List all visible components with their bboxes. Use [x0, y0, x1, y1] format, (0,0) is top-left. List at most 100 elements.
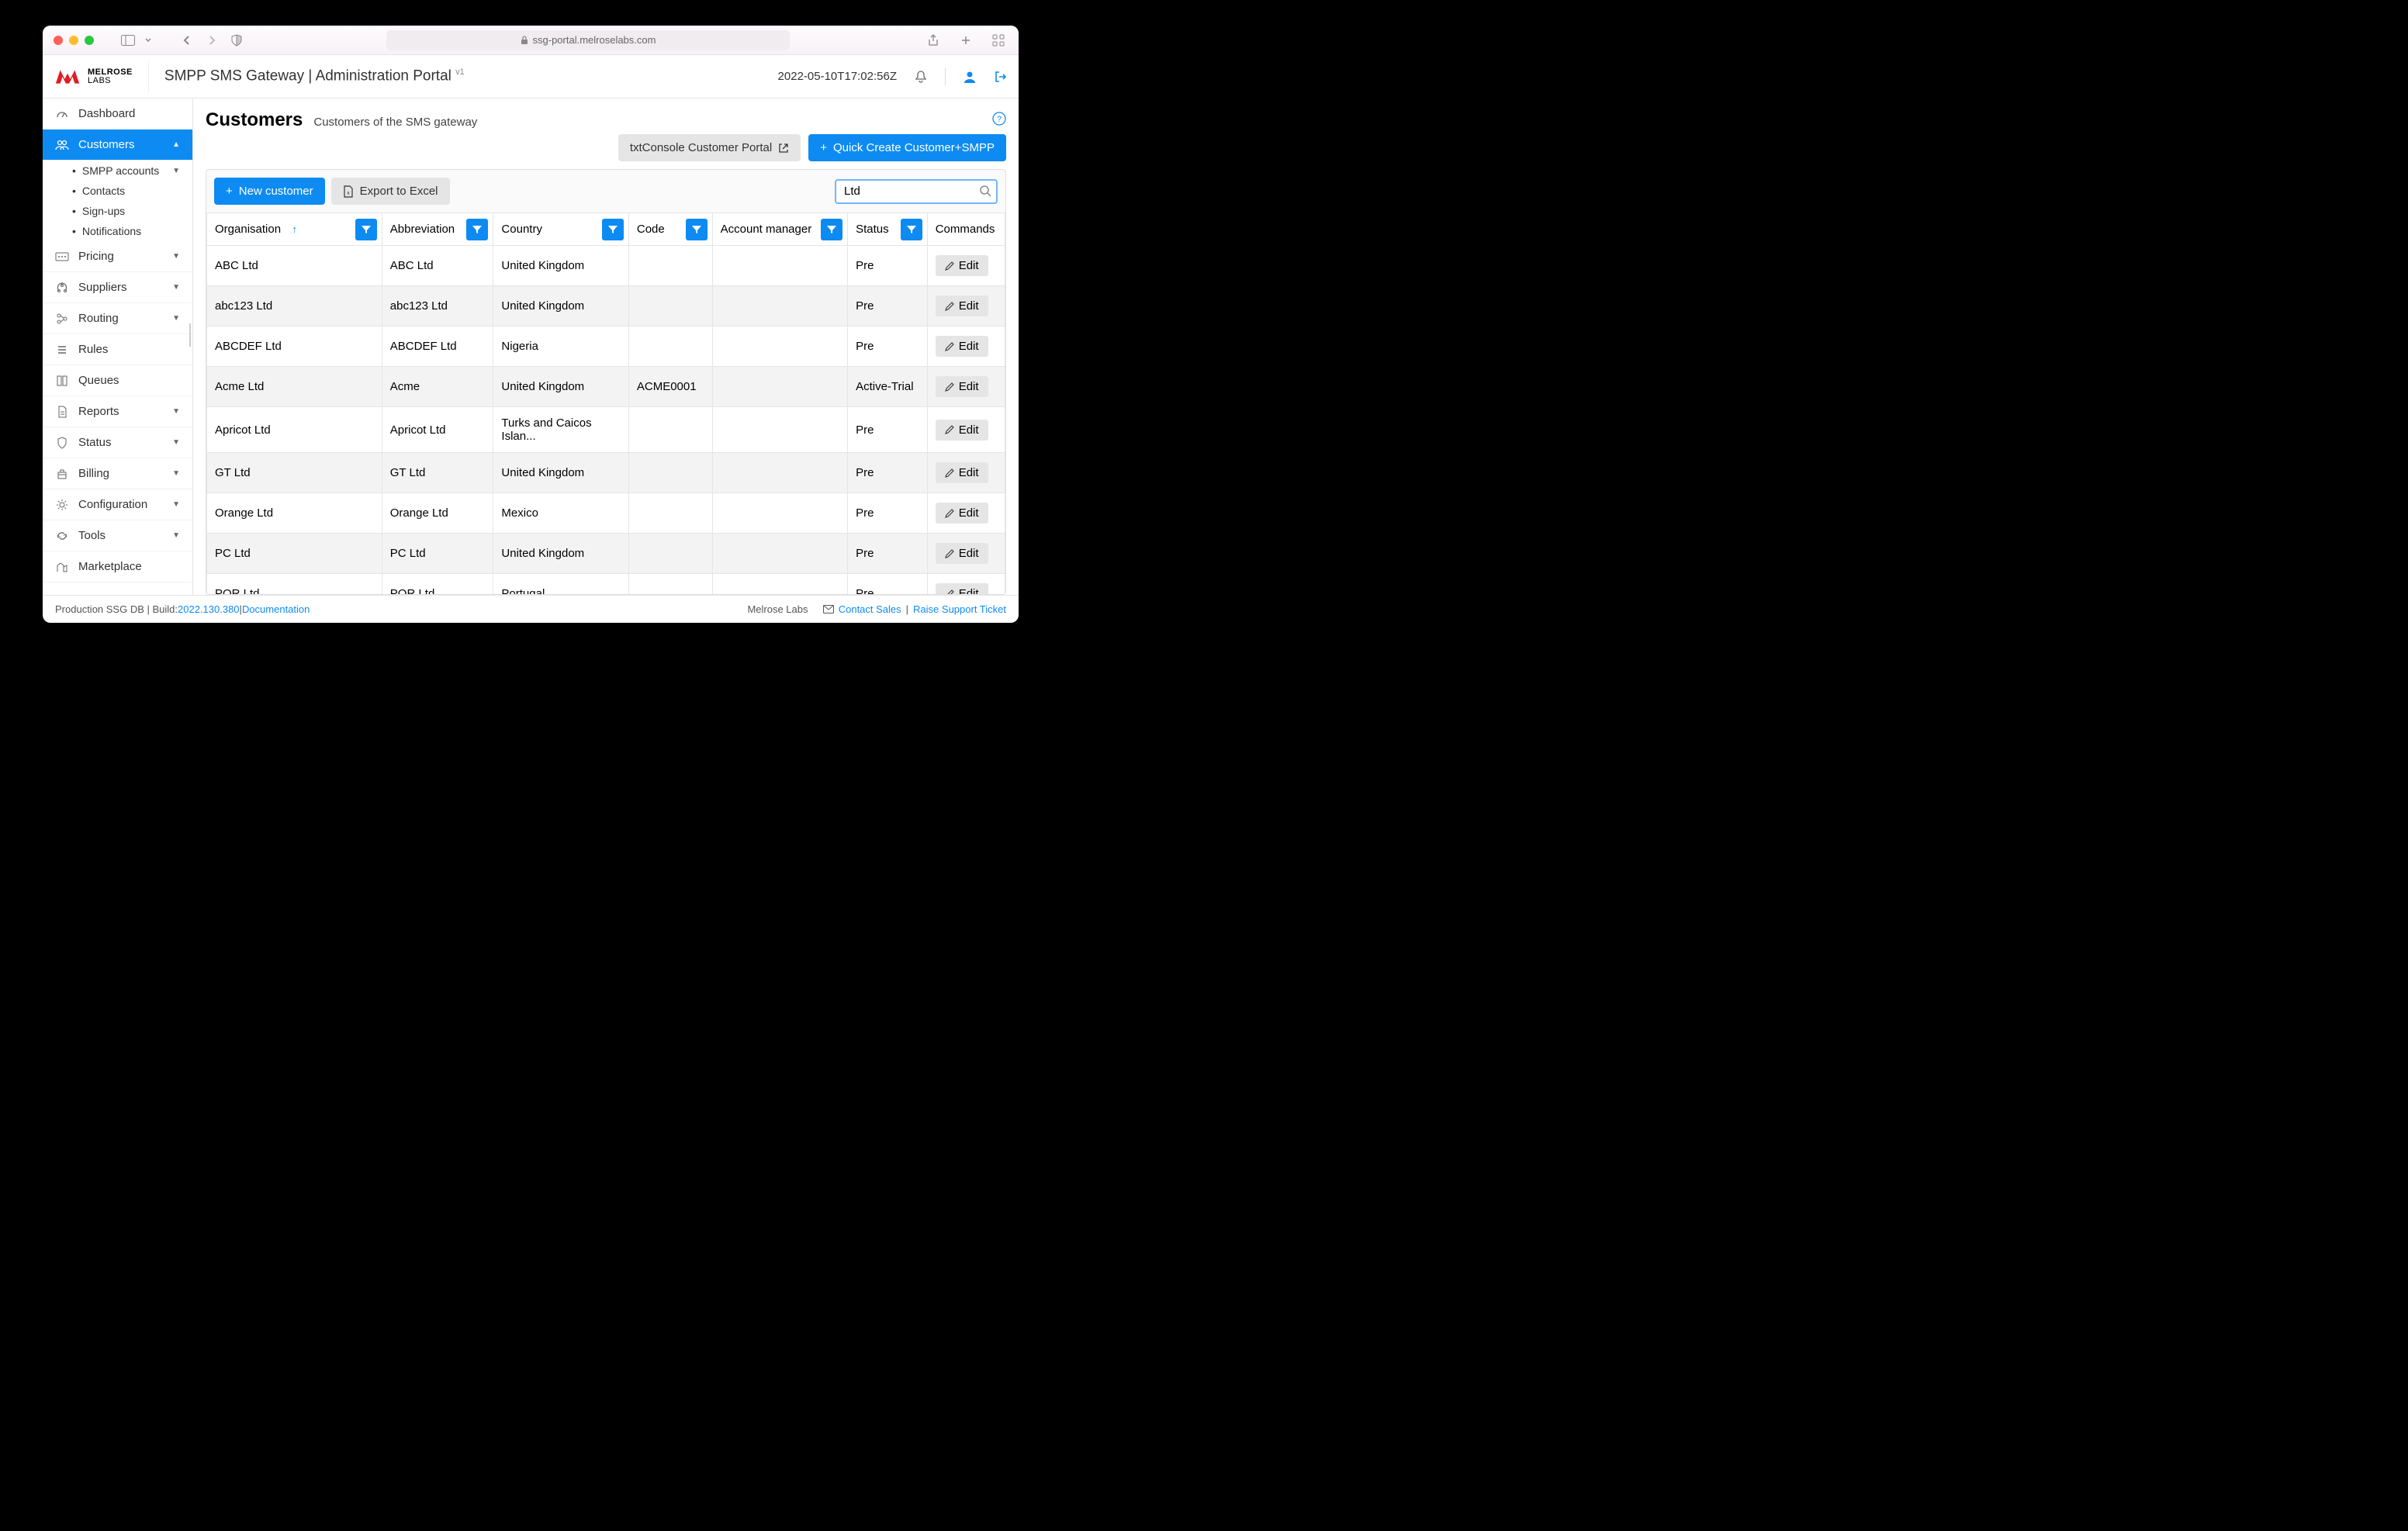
col-organisation[interactable]: Organisation ↑	[207, 213, 382, 246]
sidebar-sub-signups[interactable]: Sign-ups	[60, 201, 192, 221]
table-row[interactable]: PC LtdPC LtdUnited KingdomPreEdit	[207, 534, 1005, 574]
quick-create-button[interactable]: + Quick Create Customer+SMPP	[808, 134, 1006, 161]
customers-card: + New customer x Export to Excel	[206, 169, 1006, 595]
maximize-window-icon[interactable]	[85, 36, 94, 45]
footer-build-link[interactable]: 2022.130.380	[178, 603, 240, 615]
pencil-icon	[945, 468, 954, 478]
app-header: MELROSE LABS SMPP SMS Gateway | Administ…	[43, 55, 1019, 98]
table-row[interactable]: Acme LtdAcmeUnited KingdomACME0001Active…	[207, 367, 1005, 407]
cell-code	[628, 407, 712, 453]
bell-icon[interactable]	[914, 70, 928, 84]
user-icon[interactable]	[963, 70, 977, 84]
cell-account-manager	[712, 574, 847, 596]
nav-back-icon[interactable]	[178, 33, 196, 48]
sidebar-collapse-handle[interactable]	[187, 320, 193, 351]
filter-abbreviation-button[interactable]	[466, 219, 488, 240]
chevron-down-icon: ▼	[172, 314, 180, 323]
col-status[interactable]: Status	[848, 213, 928, 246]
new-tab-icon[interactable]	[957, 33, 975, 48]
sidebar-sub-smpp-accounts[interactable]: SMPP accounts▼	[60, 161, 192, 181]
filter-country-button[interactable]	[602, 219, 624, 240]
col-code[interactable]: Code	[628, 213, 712, 246]
minimize-window-icon[interactable]	[69, 36, 78, 45]
close-window-icon[interactable]	[54, 36, 63, 45]
filter-organisation-button[interactable]	[355, 219, 377, 240]
sidebar-item-routing[interactable]: Routing▼	[43, 303, 192, 334]
sidebar-item-queues[interactable]: Queues	[43, 365, 192, 396]
cell-country: United Kingdom	[493, 246, 628, 286]
contact-sales-link[interactable]: Contact Sales	[839, 603, 901, 615]
col-abbreviation[interactable]: Abbreviation	[382, 213, 493, 246]
filter-code-button[interactable]	[686, 219, 708, 240]
brand-logo[interactable]: MELROSE LABS	[54, 66, 133, 88]
cell-abbreviation: GT Ltd	[382, 453, 493, 493]
cell-organisation: GT Ltd	[207, 453, 382, 493]
sidebar-sub-notifications[interactable]: Notifications	[60, 221, 192, 241]
edit-button[interactable]: Edit	[936, 420, 988, 441]
nav-forward-icon[interactable]	[202, 33, 221, 48]
sidebar: Dashboard Customers ▲ SMPP accounts▼ Con…	[43, 98, 193, 595]
edit-button[interactable]: Edit	[936, 462, 988, 483]
chevron-down-icon[interactable]	[144, 33, 153, 48]
sidebar-item-reports[interactable]: Reports▼	[43, 396, 192, 427]
svg-text:?: ?	[997, 115, 1002, 124]
sidebar-item-tools[interactable]: Tools▼	[43, 520, 192, 551]
url-host: ssg-portal.melroselabs.com	[533, 34, 656, 46]
pencil-icon	[945, 425, 954, 434]
cell-code: ACME0001	[628, 367, 712, 407]
chevron-down-icon: ▼	[172, 407, 180, 416]
filter-am-button[interactable]	[821, 219, 842, 240]
txtconsole-portal-button[interactable]: txtConsole Customer Portal	[618, 134, 801, 161]
sidebar-item-billing[interactable]: Billing▼	[43, 458, 192, 489]
share-icon[interactable]	[924, 33, 943, 48]
footer: Production SSG DB | Build: 2022.130.380 …	[43, 595, 1019, 623]
page-title: Customers	[206, 109, 303, 131]
table-row[interactable]: ABC LtdABC LtdUnited KingdomPreEdit	[207, 246, 1005, 286]
edit-button[interactable]: Edit	[936, 255, 988, 276]
chevron-down-icon: ▼	[172, 500, 180, 509]
sidebar-item-marketplace[interactable]: Marketplace	[43, 551, 192, 582]
edit-button[interactable]: Edit	[936, 336, 988, 357]
table-row[interactable]: Orange LtdOrange LtdMexicoPreEdit	[207, 493, 1005, 534]
raise-ticket-link[interactable]: Raise Support Ticket	[913, 603, 1006, 615]
nav-icon	[55, 250, 69, 264]
edit-button[interactable]: Edit	[936, 503, 988, 524]
sidebar-item-customers[interactable]: Customers ▲	[43, 130, 192, 161]
edit-button[interactable]: Edit	[936, 543, 988, 564]
sidebar-item-configuration[interactable]: Configuration▼	[43, 489, 192, 520]
melrose-logo-icon	[54, 66, 81, 88]
pencil-icon	[945, 342, 954, 351]
edit-button[interactable]: Edit	[936, 376, 988, 397]
sidebar-item-pricing[interactable]: Pricing▼	[43, 241, 192, 272]
edit-button[interactable]: Edit	[936, 295, 988, 316]
table-row[interactable]: PQR LtdPQR LtdPortugalPreEdit	[207, 574, 1005, 596]
export-excel-button[interactable]: x Export to Excel	[331, 178, 450, 205]
col-country[interactable]: Country	[493, 213, 628, 246]
edit-button[interactable]: Edit	[936, 583, 988, 595]
chevron-up-icon: ▲	[172, 140, 180, 149]
envelope-icon	[823, 605, 834, 613]
filter-status-button[interactable]	[901, 219, 922, 240]
sidebar-item-suppliers[interactable]: Suppliers▼	[43, 272, 192, 303]
search-input[interactable]	[835, 179, 998, 204]
cell-abbreviation: Acme	[382, 367, 493, 407]
help-icon[interactable]: ?	[992, 112, 1006, 126]
new-customer-button[interactable]: + New customer	[214, 178, 325, 205]
sidebar-toggle-icon[interactable]	[119, 33, 137, 48]
sidebar-item-status[interactable]: Status▼	[43, 427, 192, 458]
sidebar-item-dashboard[interactable]: Dashboard	[43, 98, 192, 130]
col-account-manager[interactable]: Account manager	[712, 213, 847, 246]
logout-icon[interactable]	[994, 70, 1008, 84]
nav-icon	[55, 560, 69, 574]
footer-documentation-link[interactable]: Documentation	[242, 603, 310, 615]
sidebar-item-rules[interactable]: Rules	[43, 334, 192, 365]
table-row[interactable]: abc123 Ltdabc123 LtdUnited KingdomPreEdi…	[207, 286, 1005, 327]
table-row[interactable]: ABCDEF LtdABCDEF LtdNigeriaPreEdit	[207, 327, 1005, 367]
table-row[interactable]: GT LtdGT LtdUnited KingdomPreEdit	[207, 453, 1005, 493]
url-bar[interactable]: ssg-portal.melroselabs.com	[386, 30, 790, 50]
sidebar-sub-contacts[interactable]: Contacts	[60, 181, 192, 201]
shield-icon[interactable]	[227, 33, 246, 48]
tabs-overview-icon[interactable]	[989, 33, 1008, 48]
cell-account-manager	[712, 246, 847, 286]
table-row[interactable]: Apricot LtdApricot LtdTurks and Caicos I…	[207, 407, 1005, 453]
